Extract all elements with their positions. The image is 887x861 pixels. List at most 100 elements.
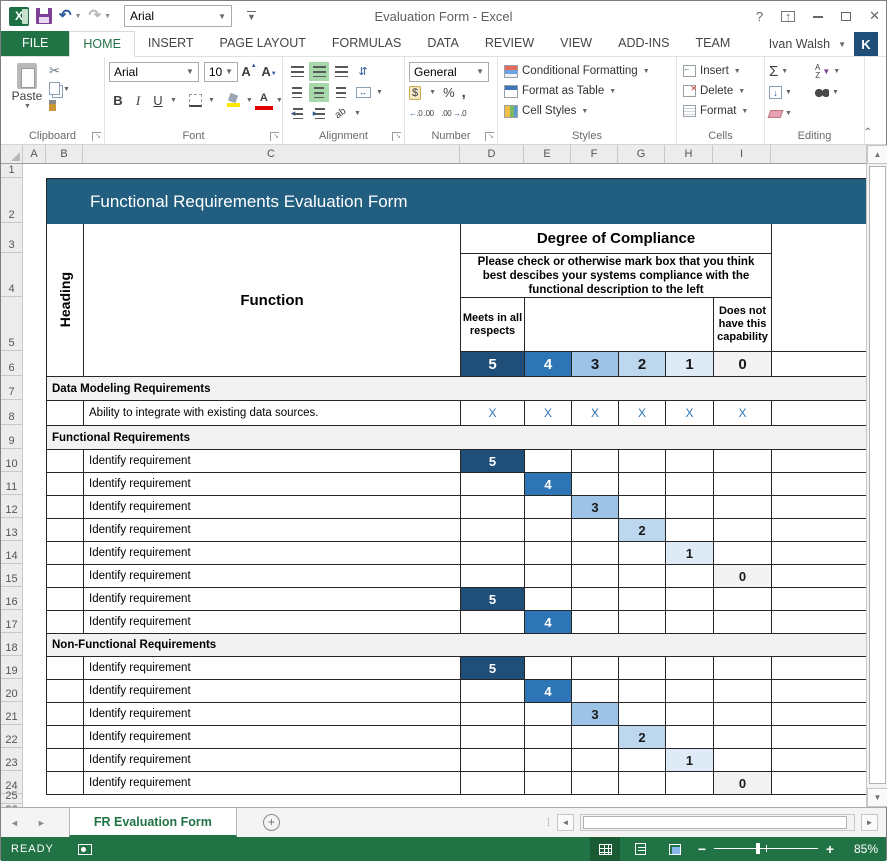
function-text-cell[interactable]: Identify requirement bbox=[84, 749, 461, 771]
chevron-down-icon[interactable]: ▼ bbox=[376, 89, 383, 96]
score-cell-4[interactable] bbox=[525, 496, 572, 518]
score-cell-4[interactable]: 4 bbox=[525, 611, 572, 633]
increase-indent-button[interactable]: ▸ bbox=[309, 104, 329, 123]
score-cell-0[interactable] bbox=[714, 519, 772, 541]
score-cell-5[interactable]: 5 bbox=[461, 588, 525, 610]
sheet-nav-right-icon[interactable]: ► bbox=[28, 818, 55, 828]
score-cell-1[interactable] bbox=[666, 680, 714, 702]
row-header-14[interactable]: 14 bbox=[1, 541, 22, 564]
column-header-i[interactable]: I bbox=[713, 145, 771, 163]
section-label[interactable]: Functional Requirements bbox=[47, 426, 866, 449]
score-cell-1[interactable] bbox=[666, 657, 714, 679]
score-cell-2[interactable] bbox=[619, 496, 666, 518]
trailing-cell[interactable] bbox=[772, 726, 866, 748]
score-cell-5[interactable] bbox=[461, 496, 525, 518]
score-cell-1[interactable] bbox=[666, 496, 714, 518]
format-painter-icon[interactable] bbox=[49, 100, 56, 111]
function-text-cell[interactable]: Identify requirement bbox=[84, 565, 461, 587]
empty-header-cell[interactable] bbox=[525, 298, 714, 352]
page-layout-view-button[interactable] bbox=[625, 837, 655, 861]
function-text-cell[interactable]: Identify requirement bbox=[84, 542, 461, 564]
score-cell-3[interactable]: 3 bbox=[572, 703, 619, 725]
sheet-tab-fr-evaluation-form[interactable]: FR Evaluation Form bbox=[69, 808, 237, 837]
align-left-button[interactable] bbox=[287, 83, 307, 102]
row-heading-cell[interactable] bbox=[47, 749, 84, 771]
score-cell-0[interactable] bbox=[714, 703, 772, 725]
trailing-cell[interactable] bbox=[772, 473, 866, 495]
clipboard-dialog-launcher-icon[interactable]: ↘ bbox=[92, 132, 101, 141]
score-cell-4[interactable] bbox=[525, 726, 572, 748]
score-cell-4[interactable] bbox=[525, 657, 572, 679]
row-heading-cell[interactable] bbox=[47, 401, 84, 425]
save-icon[interactable] bbox=[36, 8, 52, 24]
ribbon-tab-data[interactable]: DATA bbox=[414, 31, 471, 56]
score-cell-3[interactable] bbox=[572, 542, 619, 564]
score-cell-0[interactable] bbox=[714, 588, 772, 610]
redo-icon[interactable]: ↷ bbox=[89, 9, 102, 23]
font-size-combo[interactable]: 10▼ bbox=[204, 62, 238, 82]
top-align-button[interactable] bbox=[287, 62, 307, 81]
center-button[interactable] bbox=[309, 83, 329, 102]
score-cell-4[interactable] bbox=[525, 588, 572, 610]
score-cell-5[interactable] bbox=[461, 611, 525, 633]
score-cell-3[interactable]: 3 bbox=[572, 496, 619, 518]
number-dialog-launcher-icon[interactable]: ↘ bbox=[485, 132, 494, 141]
chevron-down-icon[interactable]: ▼ bbox=[208, 97, 215, 104]
row-heading-cell[interactable] bbox=[47, 726, 84, 748]
decrease-decimal-button[interactable]: .00 →.0 bbox=[442, 109, 467, 118]
scale-cell-4[interactable]: 4 bbox=[525, 352, 572, 377]
section-label[interactable]: Non-Functional Requirements bbox=[47, 634, 866, 656]
accounting-format-button[interactable]: $ bbox=[409, 86, 421, 100]
find-select-button[interactable]: ▼ bbox=[815, 88, 861, 97]
row-heading-cell[interactable] bbox=[47, 473, 84, 495]
chevron-down-icon[interactable]: ▼ bbox=[354, 110, 361, 117]
score-cell-1[interactable] bbox=[666, 611, 714, 633]
scale-cell-0[interactable]: 0 bbox=[714, 352, 772, 377]
score-cell-1[interactable] bbox=[666, 703, 714, 725]
trailing-cell[interactable] bbox=[772, 588, 866, 610]
score-cell-3[interactable] bbox=[572, 473, 619, 495]
column-header-a[interactable]: A bbox=[23, 145, 46, 163]
wrap-text-button[interactable]: ⇵ bbox=[353, 62, 373, 81]
conditional-formatting-button[interactable]: Conditional Formatting ▼ bbox=[502, 61, 672, 81]
middle-align-button[interactable] bbox=[309, 62, 329, 81]
degree-of-compliance-cell[interactable]: Degree of Compliance bbox=[461, 224, 772, 254]
scale-cell-1[interactable]: 1 bbox=[666, 352, 714, 377]
align-right-button[interactable] bbox=[331, 83, 351, 102]
score-cell-2[interactable] bbox=[619, 611, 666, 633]
close-icon[interactable]: ✕ bbox=[869, 8, 880, 24]
trailing-cell[interactable] bbox=[772, 450, 866, 472]
score-cell-2[interactable]: 2 bbox=[619, 726, 666, 748]
fill-color-button[interactable] bbox=[225, 91, 243, 110]
score-cell-0[interactable]: 0 bbox=[714, 772, 772, 794]
section-label[interactable]: Data Modeling Requirements bbox=[47, 377, 866, 400]
new-sheet-icon[interactable]: + bbox=[263, 814, 280, 831]
score-cell-0[interactable] bbox=[714, 611, 772, 633]
trailing-cell[interactable] bbox=[772, 657, 866, 679]
score-cell-1[interactable] bbox=[666, 588, 714, 610]
score-cell-4[interactable]: 4 bbox=[525, 473, 572, 495]
score-cell-5[interactable]: 5 bbox=[461, 657, 525, 679]
score-cell-5[interactable] bbox=[461, 565, 525, 587]
score-cell-3[interactable]: X bbox=[572, 401, 619, 425]
row-heading-cell[interactable] bbox=[47, 588, 84, 610]
row-header-23[interactable]: 23 bbox=[1, 748, 22, 771]
score-cell-2[interactable] bbox=[619, 749, 666, 771]
row-header-1[interactable]: 1 bbox=[1, 164, 22, 178]
column-header-h[interactable]: H bbox=[665, 145, 713, 163]
comma-style-button[interactable]: , bbox=[462, 84, 466, 101]
score-cell-3[interactable] bbox=[572, 519, 619, 541]
score-cell-0[interactable] bbox=[714, 473, 772, 495]
sort-filter-button[interactable]: AZ▼▼ bbox=[815, 64, 861, 80]
column-header-b[interactable]: B bbox=[46, 145, 83, 163]
meets-all-respects-cell[interactable]: Meets in all respects bbox=[461, 298, 525, 352]
score-cell-2[interactable] bbox=[619, 542, 666, 564]
zoom-slider[interactable] bbox=[714, 837, 818, 861]
row-header-16[interactable]: 16 bbox=[1, 587, 22, 610]
font-color-button[interactable]: A bbox=[255, 91, 273, 110]
trailing-cell[interactable] bbox=[772, 401, 866, 425]
minimize-icon[interactable] bbox=[813, 15, 823, 18]
score-cell-5[interactable]: X bbox=[461, 401, 525, 425]
row-header-7[interactable]: 7 bbox=[1, 376, 22, 400]
trailing-cell[interactable] bbox=[772, 749, 866, 771]
